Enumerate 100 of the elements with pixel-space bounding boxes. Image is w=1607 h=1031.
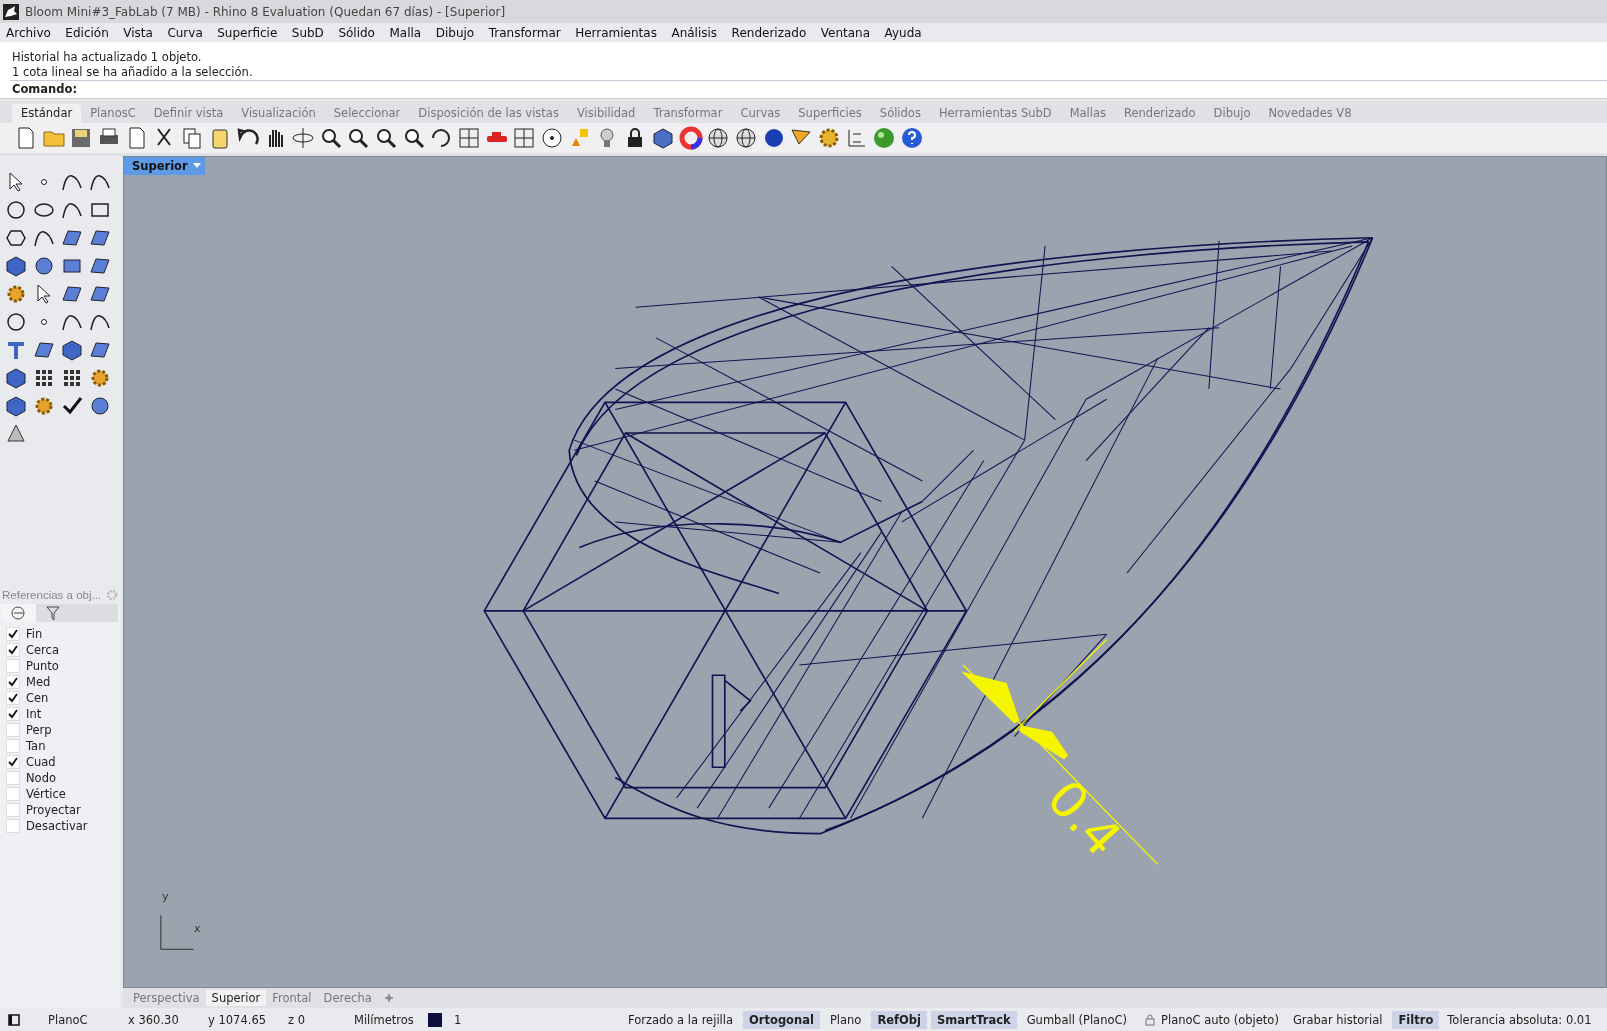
toolbar-tab[interactable]: Superficies — [789, 104, 871, 123]
menu-item[interactable]: Vista — [123, 25, 153, 40]
checkbox-label: Punto — [26, 659, 59, 673]
sphere-icon[interactable] — [733, 126, 758, 150]
checkbox-label: Cen — [26, 691, 49, 705]
menu-item[interactable]: Archivo — [6, 25, 51, 40]
axis-label: y — [162, 890, 169, 903]
status-toggle[interactable]: Gumball (PlanoC) — [1020, 1010, 1133, 1029]
layer-color-swatch[interactable] — [428, 1012, 442, 1027]
toolbar-tab[interactable]: Definir vista — [144, 104, 233, 123]
checkbox-label: Vértice — [26, 787, 66, 801]
toolbar-tab[interactable]: Disposición de las vistas — [409, 104, 568, 123]
checkbox-label: Proyectar — [26, 803, 81, 817]
orbit-icon[interactable] — [290, 126, 315, 150]
status-toggle[interactable]: SmartTrack — [931, 1010, 1017, 1029]
menu-item[interactable]: Ayuda — [884, 25, 922, 40]
command-history-line: 1 cota lineal se ha añadido a la selección. — [12, 65, 254, 80]
viewport-tab[interactable]: Perspectiva — [127, 990, 206, 1006]
checkbox[interactable] — [6, 787, 20, 801]
checkbox-label: Nodo — [26, 771, 56, 785]
menu-item[interactable]: Sólido — [338, 25, 375, 40]
circle-tool-icon[interactable] — [4, 198, 28, 222]
cplane-auto-label[interactable]: PlanoC auto (objeto) — [1155, 1012, 1285, 1027]
menu-item[interactable]: Edición — [65, 25, 109, 40]
menu-item[interactable]: Ventana — [820, 25, 871, 40]
status-toggle[interactable]: Ortogonal — [743, 1010, 820, 1029]
menu-item[interactable]: SubD — [291, 25, 324, 40]
wheel-icon[interactable] — [678, 126, 703, 150]
sphere-tool-icon[interactable] — [32, 254, 56, 278]
sphere-icon[interactable] — [706, 126, 731, 150]
menu-item[interactable]: Malla — [389, 25, 422, 40]
menu-item[interactable]: Transformar — [488, 25, 561, 40]
toolbar-tab[interactable]: Herramientas SubD — [929, 104, 1061, 123]
checkbox-label: Cerca — [26, 643, 59, 657]
checkbox[interactable] — [6, 691, 20, 705]
toolbar-tab[interactable]: Visibilidad — [567, 104, 645, 123]
menu-item[interactable]: Análisis — [671, 25, 718, 40]
checkbox[interactable] — [6, 675, 20, 689]
help-icon[interactable] — [900, 126, 924, 150]
grid-icon[interactable] — [512, 126, 537, 150]
viewport-tab[interactable]: Derecha — [317, 990, 378, 1006]
toolbar-tab[interactable]: Visualización — [232, 104, 325, 123]
viewport[interactable]: Superior 0.4 y x — [123, 156, 1607, 988]
toolbar-tab[interactable]: Dibujo — [1204, 104, 1260, 123]
checkbox[interactable] — [6, 707, 20, 721]
viewport-tab[interactable]: Superior — [205, 990, 267, 1006]
status-toggle[interactable]: RefObj — [871, 1010, 928, 1029]
layer-label[interactable]: 1 — [448, 1012, 620, 1027]
status-toggle[interactable]: Forzado a la rejilla — [622, 1010, 740, 1029]
menu-item[interactable]: Curva — [167, 25, 203, 40]
checkbox[interactable] — [6, 739, 20, 753]
checkbox-label: Cuad — [26, 755, 56, 769]
dropdown-caret-icon[interactable] — [192, 163, 201, 169]
checkbox-label: Med — [26, 675, 51, 689]
toolbar-tab[interactable]: Novedades V8 — [1259, 104, 1361, 123]
toolbar-tab[interactable]: Estándar — [12, 104, 82, 123]
checkbox[interactable] — [6, 803, 20, 817]
status-toggle[interactable]: Filtro — [1392, 1010, 1440, 1029]
units-label[interactable]: Milímetros — [348, 1012, 428, 1027]
axis-icon — [160, 914, 195, 950]
status-toggle[interactable]: Grabar historial — [1286, 1010, 1389, 1029]
toolbar-tab[interactable]: Mallas — [1060, 104, 1116, 123]
rhino-logo-icon — [3, 3, 19, 20]
toolbar-tab[interactable]: Renderizado — [1115, 104, 1205, 123]
toolbar-tab[interactable]: Seleccionar — [324, 104, 410, 123]
checkbox[interactable] — [6, 771, 20, 785]
menu-item[interactable]: Herramientas — [575, 25, 657, 40]
toolbar-tab[interactable]: Transformar — [644, 104, 732, 123]
checkbox[interactable] — [6, 627, 20, 641]
menu-item[interactable]: Dibujo — [435, 25, 475, 40]
circle-tool-icon[interactable] — [4, 310, 28, 334]
checkbox[interactable] — [6, 643, 20, 657]
panel-title: Referencias a obj... — [2, 589, 102, 601]
checkbox[interactable] — [6, 723, 20, 737]
zoom-icon[interactable] — [346, 126, 371, 150]
menu-item[interactable]: Renderizado — [731, 25, 807, 40]
checkbox[interactable] — [6, 659, 20, 673]
coordinate-x: x 360.30 — [127, 1012, 180, 1027]
viewport-tab[interactable]: Frontal — [266, 990, 318, 1006]
command-field[interactable]: Comando: — [10, 80, 1607, 98]
globe-icon[interactable] — [872, 126, 897, 150]
checkbox-label: Fin — [26, 627, 43, 641]
sphere-tool-icon[interactable] — [88, 394, 112, 418]
panel-toggle-icon[interactable] — [8, 1013, 20, 1026]
checkbox[interactable] — [6, 819, 20, 833]
cplane-label[interactable]: PlanoC — [42, 1012, 122, 1027]
circle-icon[interactable] — [540, 126, 565, 150]
toolbar-tab[interactable]: Curvas — [731, 104, 790, 123]
viewport-title-tab[interactable]: Superior — [124, 157, 205, 175]
checkbox[interactable] — [6, 755, 20, 769]
checkbox-label: Tan — [26, 739, 46, 753]
status-toggle[interactable]: Plano — [823, 1010, 868, 1029]
grid-icon[interactable] — [457, 126, 481, 150]
menu-item[interactable]: Superficie — [217, 25, 278, 40]
dimension-label: 0.4 — [1038, 772, 1130, 865]
window-title: Bloom Mini#3_FabLab (7 MB) - Rhino 8 Evaluation (Quedan 67 días) - [Superior] — [25, 4, 506, 19]
toolbar-tab[interactable]: PlanosC — [81, 104, 145, 123]
toolbar-tab[interactable]: Sólidos — [870, 104, 930, 123]
checkbox-label: Desactivar — [26, 819, 88, 833]
snap-target-icon[interactable] — [2, 604, 36, 622]
